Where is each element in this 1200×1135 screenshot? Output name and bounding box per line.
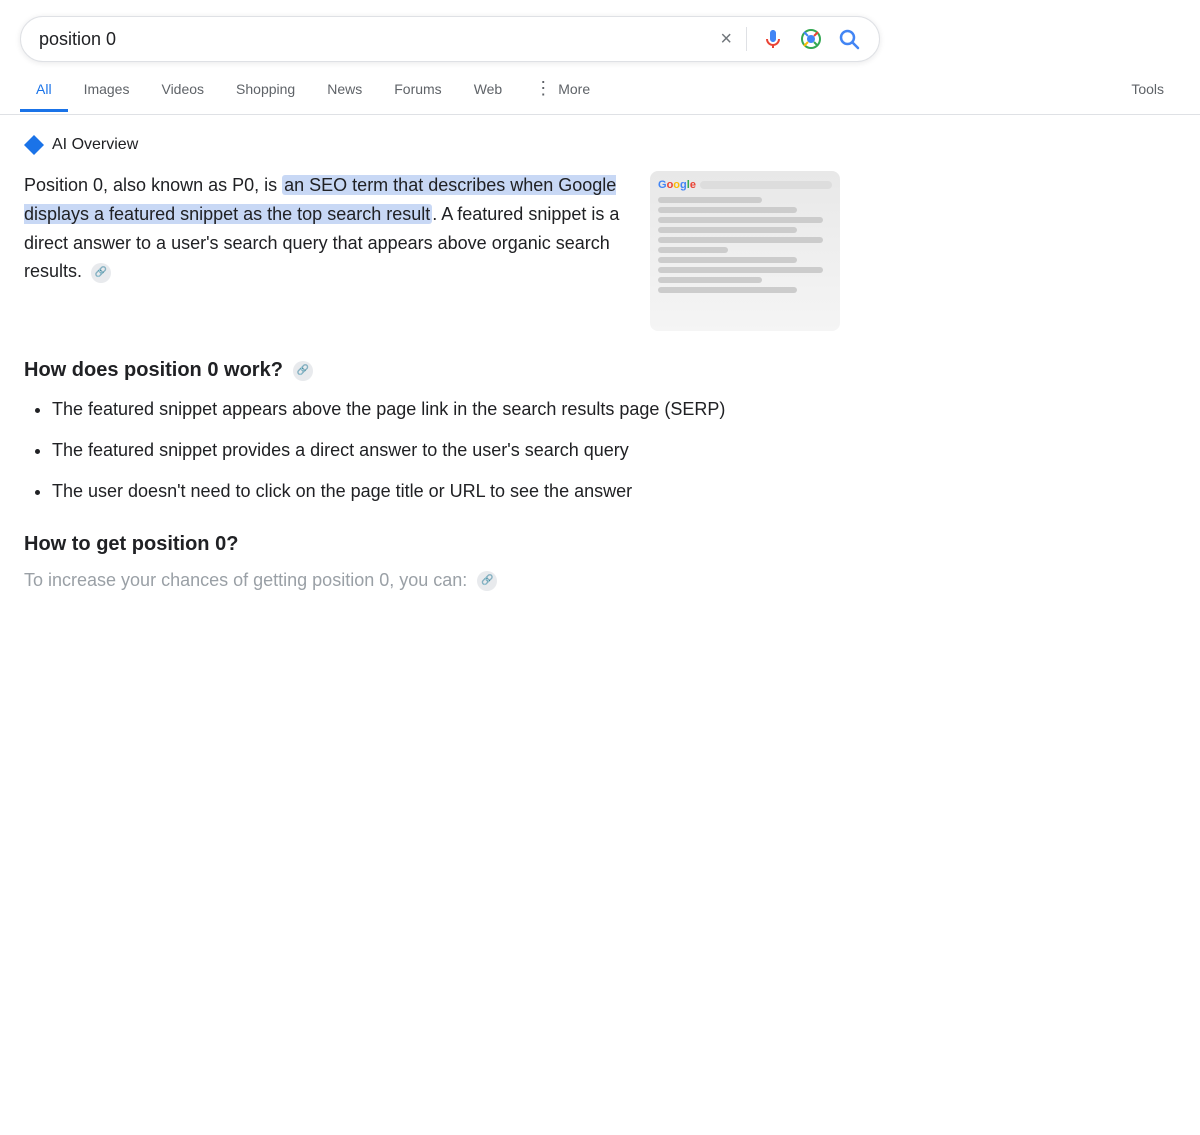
- tab-shopping[interactable]: Shopping: [220, 69, 311, 112]
- thumb-google-logo: Google: [658, 179, 696, 191]
- ai-diamond-icon: [24, 135, 44, 155]
- intro-before: Position 0, also known as P0, is: [24, 175, 282, 195]
- search-icons: ×: [720, 27, 861, 51]
- section1-heading: How does position 0 work? 🔗: [24, 359, 840, 382]
- search-input[interactable]: [39, 29, 720, 50]
- mic-icon[interactable]: [761, 27, 785, 51]
- main-content: AI Overview Position 0, also known as P0…: [0, 115, 860, 611]
- tab-images[interactable]: Images: [68, 69, 146, 112]
- tab-videos[interactable]: Videos: [145, 69, 220, 112]
- thumb-lines: [658, 197, 832, 293]
- tab-news[interactable]: News: [311, 69, 378, 112]
- section2-heading: How to get position 0?: [24, 533, 840, 556]
- thumb-line-4: [658, 227, 797, 233]
- thumb-line-10: [658, 287, 797, 293]
- thumb-header: Google: [658, 179, 832, 191]
- search-icon[interactable]: [837, 27, 861, 51]
- more-dots-icon: ⋮: [534, 78, 552, 99]
- thumbnail-inner: Google: [650, 171, 840, 331]
- thumb-line-1: [658, 197, 762, 203]
- link-icon-2[interactable]: 🔗: [293, 361, 313, 381]
- faded-text: To increase your chances of getting posi…: [24, 570, 840, 591]
- thumb-line-7: [658, 257, 797, 263]
- ai-thumbnail[interactable]: Google: [650, 171, 840, 331]
- thumb-line-6: [658, 247, 728, 253]
- ai-overview-title: AI Overview: [52, 136, 138, 154]
- clear-icon[interactable]: ×: [720, 28, 732, 51]
- ai-content: Position 0, also known as P0, is an SEO …: [24, 171, 840, 331]
- search-bar-area: ×: [0, 0, 1200, 62]
- thumb-line-8: [658, 267, 823, 273]
- thumb-search-bar: [700, 181, 832, 189]
- nav-tabs: All Images Videos Shopping News Forums W…: [0, 66, 1200, 115]
- ai-text-area: Position 0, also known as P0, is an SEO …: [24, 171, 630, 331]
- thumb-line-5: [658, 237, 823, 243]
- tab-web[interactable]: Web: [458, 69, 519, 112]
- link-icon-1[interactable]: 🔗: [91, 263, 111, 283]
- ai-overview-label: AI Overview: [24, 135, 840, 155]
- bullet-list: The featured snippet appears above the p…: [24, 396, 840, 505]
- tab-tools[interactable]: Tools: [1115, 69, 1180, 112]
- lens-icon[interactable]: [799, 27, 823, 51]
- tab-forums[interactable]: Forums: [378, 69, 457, 112]
- search-bar: ×: [20, 16, 880, 62]
- ai-intro-text: Position 0, also known as P0, is an SEO …: [24, 171, 630, 286]
- bullet-item-2: The featured snippet provides a direct a…: [52, 437, 840, 464]
- divider: [746, 27, 747, 51]
- tab-more[interactable]: ⋮ More: [518, 66, 606, 114]
- bullet-item-3: The user doesn't need to click on the pa…: [52, 478, 840, 505]
- link-icon-3[interactable]: 🔗: [477, 571, 497, 591]
- bullet-item-1: The featured snippet appears above the p…: [52, 396, 840, 423]
- tab-all[interactable]: All: [20, 69, 68, 112]
- thumb-line-2: [658, 207, 797, 213]
- thumb-line-3: [658, 217, 823, 223]
- thumb-line-9: [658, 277, 762, 283]
